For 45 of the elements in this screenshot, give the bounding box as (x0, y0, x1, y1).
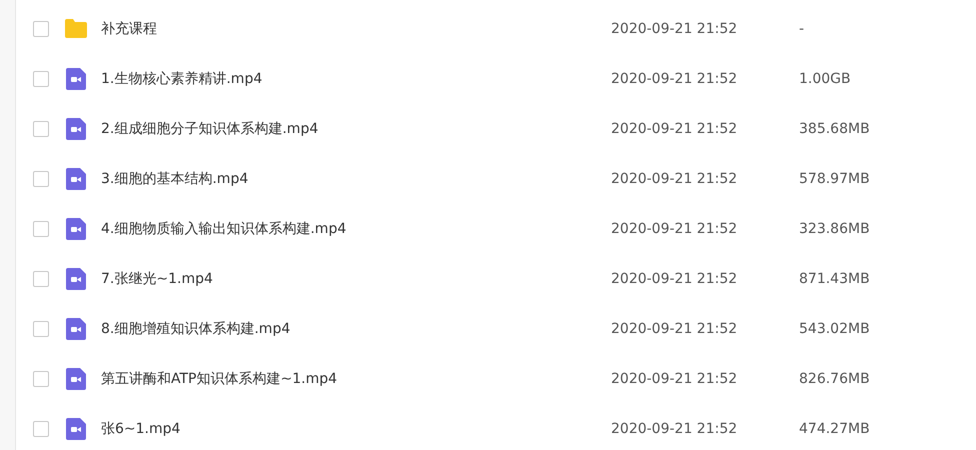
file-size: - (799, 21, 804, 37)
modified-date: 2020-09-21 21:52 (611, 371, 738, 387)
checkbox[interactable] (33, 121, 49, 137)
file-size: 474.27MB (799, 421, 870, 437)
file-name[interactable]: 7.张继光~1.mp4 (101, 270, 611, 288)
checkbox[interactable] (33, 171, 49, 187)
file-name[interactable]: 1.生物核心素养精讲.mp4 (101, 70, 611, 88)
file-size: 1.00GB (799, 71, 851, 87)
file-size: 826.76MB (799, 371, 870, 387)
video-file-icon (64, 417, 88, 441)
video-file-icon (64, 117, 88, 141)
checkbox[interactable] (33, 71, 49, 87)
modified-date: 2020-09-21 21:52 (611, 221, 738, 237)
modified-date: 2020-09-21 21:52 (611, 121, 738, 137)
modified-date: 2020-09-21 21:52 (611, 271, 738, 287)
checkbox[interactable] (33, 371, 49, 387)
video-file-icon (64, 67, 88, 91)
checkbox[interactable] (33, 221, 49, 237)
file-name[interactable]: 补充课程 (101, 20, 611, 38)
modified-date: 2020-09-21 21:52 (611, 321, 738, 337)
video-file-icon (64, 217, 88, 241)
checkbox[interactable] (33, 271, 49, 287)
file-name[interactable]: 4.细胞物质输入输出知识体系构建.mp4 (101, 220, 611, 238)
file-size: 871.43MB (799, 271, 870, 287)
video-file-icon (64, 267, 88, 291)
video-file-icon (64, 317, 88, 341)
folder-icon (64, 17, 88, 41)
file-name[interactable]: 第五讲酶和ATP知识体系构建~1.mp4 (101, 370, 611, 388)
modified-date: 2020-09-21 21:52 (611, 21, 738, 37)
file-size: 385.68MB (799, 121, 870, 137)
file-name[interactable]: 2.组成细胞分子知识体系构建.mp4 (101, 120, 611, 138)
file-name[interactable]: 8.细胞增殖知识体系构建.mp4 (101, 320, 611, 338)
file-size: 543.02MB (799, 321, 870, 337)
video-file-icon (64, 167, 88, 191)
checkbox[interactable] (33, 421, 49, 437)
modified-date: 2020-09-21 21:52 (611, 421, 738, 437)
file-name[interactable]: 3.细胞的基本结构.mp4 (101, 170, 611, 188)
modified-date: 2020-09-21 21:52 (611, 171, 738, 187)
video-file-icon (64, 367, 88, 391)
file-size: 323.86MB (799, 221, 870, 237)
file-name[interactable]: 张6~1.mp4 (101, 420, 611, 438)
modified-date: 2020-09-21 21:52 (611, 71, 738, 87)
checkbox[interactable] (33, 321, 49, 337)
file-size: 578.97MB (799, 171, 870, 187)
checkbox[interactable] (33, 21, 49, 37)
